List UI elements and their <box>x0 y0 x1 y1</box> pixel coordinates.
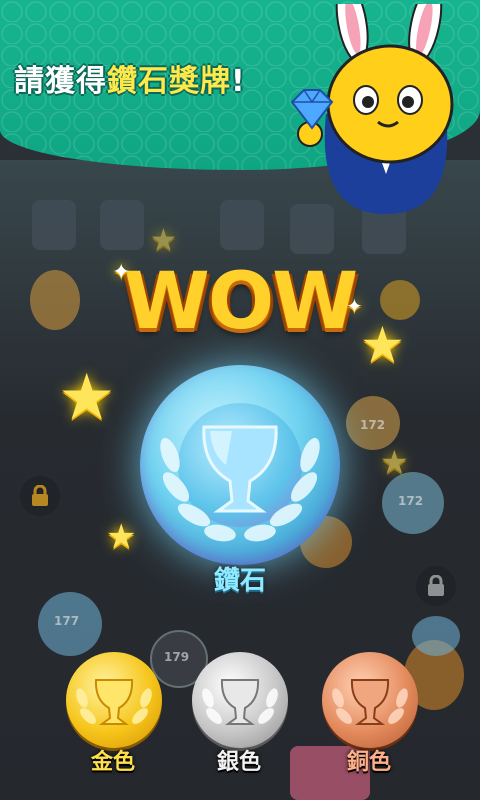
level-number: 177 <box>54 614 80 628</box>
character-sprite <box>30 270 80 330</box>
headline-highlight: 鑽石獎牌 <box>107 64 231 99</box>
wow-title: WOW <box>123 257 358 347</box>
lock-badge <box>20 476 60 516</box>
diamond-medal <box>140 365 340 565</box>
gift-box <box>412 616 460 656</box>
star-icon: ★ <box>360 316 405 374</box>
avatar-tile <box>220 200 264 250</box>
silver-medal-label: 銀色 <box>216 750 261 775</box>
trophy-icon <box>202 679 278 725</box>
level-number: 172 <box>360 418 386 432</box>
star-icon: ★ <box>380 443 409 481</box>
level-number: 179 <box>164 650 190 664</box>
silver-medal <box>192 652 288 748</box>
diamond-medal-label: 鑽石 <box>213 566 266 596</box>
headline-suffix: ! <box>231 64 246 99</box>
trophy-laurel-icon <box>160 425 320 542</box>
headline-prefix: 請獲得 <box>14 64 107 99</box>
lock-icon <box>428 575 444 596</box>
star-icon: ★ <box>58 361 116 435</box>
trophy-icon <box>76 679 152 725</box>
lock-icon <box>32 485 48 506</box>
bronze-medal <box>322 652 418 748</box>
sparkle-icon: ✦ <box>346 294 363 318</box>
sparkle-icon: ✦ <box>112 260 131 285</box>
star-icon: ★ <box>106 517 137 557</box>
gold-medal-label: 金色 <box>90 750 135 775</box>
star-icon: ★ <box>150 223 177 258</box>
avatar-tile <box>32 200 76 250</box>
rabbit-mascot-icon <box>290 4 454 214</box>
trophy-icon <box>332 679 408 725</box>
level-number: 172 <box>398 494 424 508</box>
lock-badge <box>416 566 456 606</box>
bronze-medal-label: 銅色 <box>346 750 391 775</box>
character-sprite <box>380 280 420 320</box>
avatar-tile <box>100 200 144 250</box>
banner-headline: 請獲得鑽石獎牌! <box>14 56 246 100</box>
gold-medal <box>66 652 162 748</box>
